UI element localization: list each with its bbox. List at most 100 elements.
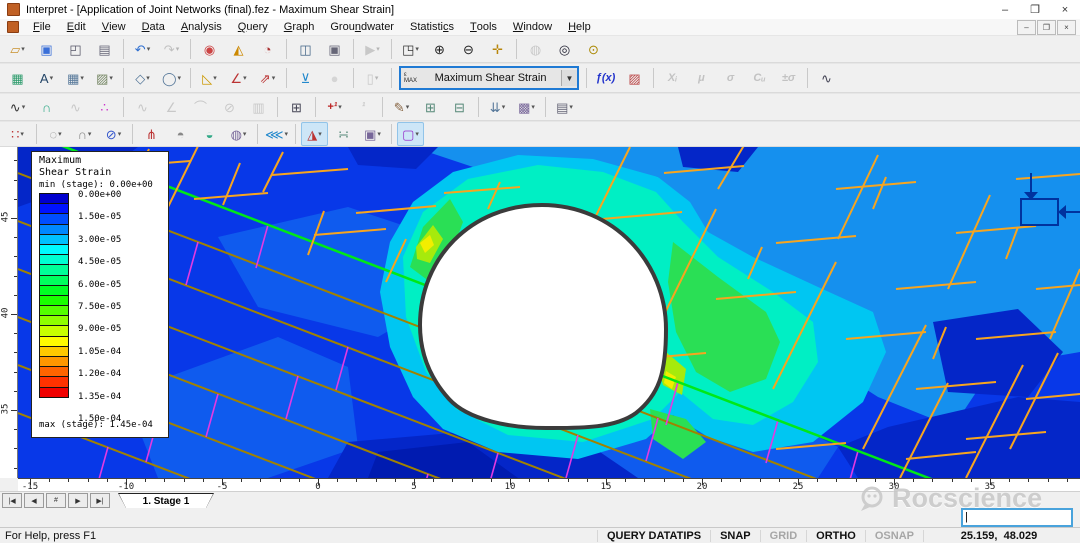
- dimension-icon[interactable]: ⇗▾: [254, 66, 281, 90]
- excavation-outline-icon[interactable]: ∩▾: [71, 122, 98, 146]
- data-type-select[interactable]: εMAXMaximum Shear Strain▼: [399, 66, 579, 90]
- minimize-button[interactable]: –: [990, 1, 1020, 19]
- yielded-joints-icon[interactable]: ◮▾: [301, 122, 328, 146]
- toolbar-separator: [277, 97, 278, 117]
- undo-icon[interactable]: ↶▾: [129, 37, 156, 61]
- support-display-icon[interactable]: ◍▾: [225, 122, 252, 146]
- model-view-canvas[interactable]: [18, 147, 1080, 478]
- report-icon[interactable]: ▤▾: [551, 95, 578, 119]
- y-ruler-tick: [11, 314, 17, 315]
- close-button[interactable]: ×: [1050, 1, 1080, 19]
- draw-polyline-icon[interactable]: ◇▾: [129, 66, 156, 90]
- joint-conditions-icon[interactable]: ⋔: [138, 122, 165, 146]
- measure-icon[interactable]: ◺▾: [196, 66, 223, 90]
- menu-data[interactable]: Data: [134, 19, 173, 35]
- add-line-query-icon[interactable]: ∿▾: [4, 95, 31, 119]
- angle-icon[interactable]: ∠▾: [225, 66, 252, 90]
- print-preview-icon[interactable]: ◰: [62, 37, 89, 61]
- add-material-query-icon[interactable]: +¹▾: [321, 95, 348, 119]
- x-ruler-tick: [241, 479, 242, 482]
- add-boundary-query-icon[interactable]: ∩: [33, 95, 60, 119]
- material-view-icon[interactable]: ◓: [167, 122, 194, 146]
- y-ruler-tick: [11, 218, 17, 219]
- menu-window[interactable]: Window: [505, 19, 560, 35]
- split-view-icon[interactable]: ◫: [292, 37, 319, 61]
- tab-stage-1[interactable]: 1. Stage 1: [118, 493, 214, 508]
- tab-nav-first[interactable]: |◀: [2, 493, 22, 508]
- x-ruler-tick: [433, 479, 434, 482]
- print-icon[interactable]: ▤: [91, 37, 118, 61]
- status-toggle-osnap[interactable]: OSNAP: [865, 530, 923, 542]
- legend-entry-label: 7.50e-05: [78, 302, 121, 312]
- x-ruler-tick: [721, 479, 722, 482]
- menu-view[interactable]: View: [94, 19, 134, 35]
- zoom-extents-icon[interactable]: ◳▾: [397, 37, 424, 61]
- menu-analysis[interactable]: Analysis: [173, 19, 230, 35]
- zoom-window-icon[interactable]: ◎: [551, 37, 578, 61]
- result-arrows-icon[interactable]: ⇊▾: [484, 95, 511, 119]
- status-toggle-snap[interactable]: SNAP: [710, 530, 760, 542]
- water-table-icon[interactable]: ⊻: [292, 66, 319, 90]
- menu-edit[interactable]: Edit: [59, 19, 94, 35]
- menu-groundwater[interactable]: Groundwater: [322, 19, 402, 35]
- zoom-in-icon[interactable]: ⊕: [426, 37, 453, 61]
- yielded-bolts-icon[interactable]: ∺: [330, 122, 357, 146]
- show-displacements-icon[interactable]: ∷▾: [4, 122, 31, 146]
- highlight-boundary-icon[interactable]: ▢▾: [397, 122, 424, 146]
- add-image-icon[interactable]: ▨▾: [91, 66, 118, 90]
- data-type-dropdown-arrow[interactable]: ▼: [561, 70, 577, 86]
- joints-display-icon[interactable]: ⊘▾: [100, 122, 127, 146]
- chevron-down-icon: ▾: [147, 45, 151, 53]
- status-toggle-query-datatips[interactable]: QUERY DATATIPS: [597, 530, 710, 542]
- dial-icon[interactable]: ◔: [254, 37, 281, 61]
- tab-nav-list[interactable]: #: [46, 493, 66, 508]
- screen-capture-icon[interactable]: ▣: [321, 37, 348, 61]
- chart-axes-icon[interactable]: ⊞: [283, 95, 310, 119]
- add-boundary-icon[interactable]: ⊞: [417, 95, 444, 119]
- x-ruler-tick: [184, 479, 185, 482]
- mdi-close-button[interactable]: ×: [1057, 20, 1076, 35]
- material-properties-icon[interactable]: ▨: [621, 66, 648, 90]
- pan-icon[interactable]: ✛: [484, 37, 511, 61]
- deformed-mesh-icon[interactable]: ◌▾: [42, 122, 69, 146]
- contour-view-icon[interactable]: ◒: [196, 122, 223, 146]
- menu-statistics[interactable]: Statistics: [402, 19, 462, 35]
- tab-nav-next[interactable]: ▶: [68, 493, 88, 508]
- edit-boundary-icon[interactable]: ✎▾: [388, 95, 415, 119]
- zoom-out-icon[interactable]: ⊖: [455, 37, 482, 61]
- contour-labels-icon[interactable]: ▦: [4, 66, 31, 90]
- joint-histogram-icon[interactable]: ∿: [813, 66, 840, 90]
- mdi-minimize-button[interactable]: –: [1017, 20, 1036, 35]
- yielded-liners-icon[interactable]: ▣▾: [359, 122, 386, 146]
- tab-nav-last[interactable]: ▶|: [90, 493, 110, 508]
- save-icon[interactable]: ▣: [33, 37, 60, 61]
- restore-button[interactable]: ❐: [1020, 1, 1050, 19]
- mesh-display-icon[interactable]: ▩▾: [513, 95, 540, 119]
- contour-options-icon[interactable]: ◭: [225, 37, 252, 61]
- toolbar-separator: [123, 97, 124, 117]
- legend-min-label: min (stage): 0.00e+00: [39, 180, 153, 190]
- menu-query[interactable]: Query: [230, 19, 276, 35]
- chevron-down-icon: ▾: [569, 103, 573, 111]
- mdi-restore-button[interactable]: ❐: [1037, 20, 1056, 35]
- menu-graph[interactable]: Graph: [276, 19, 323, 35]
- remove-boundary-icon[interactable]: ⊟: [446, 95, 473, 119]
- open-icon[interactable]: ▱▾: [4, 37, 31, 61]
- add-table-icon[interactable]: ▦▾: [62, 66, 89, 90]
- query-datatips-icon[interactable]: ∴: [91, 95, 118, 119]
- add-text-icon[interactable]: A▾: [33, 66, 60, 90]
- status-toggle-ortho[interactable]: ORTHO: [806, 530, 865, 542]
- flow-vectors-icon[interactable]: ⋘▾: [263, 122, 290, 146]
- draw-ellipse-icon[interactable]: ◯▾: [158, 66, 185, 90]
- menu-tools[interactable]: Tools: [462, 19, 505, 35]
- user-function-icon[interactable]: ƒ(x): [592, 66, 619, 90]
- zoom-selection-icon[interactable]: ⊙: [580, 37, 607, 61]
- x-ruler-tick: [1048, 479, 1049, 482]
- tab-nav-prev[interactable]: ◀: [24, 493, 44, 508]
- menu-file[interactable]: File: [25, 19, 59, 35]
- contour-colors-icon[interactable]: ◉: [196, 37, 223, 61]
- menu-help[interactable]: Help: [560, 19, 599, 35]
- status-toggle-grid[interactable]: GRID: [760, 530, 807, 542]
- x-ruler-tick: [913, 479, 914, 482]
- annotation-text-input[interactable]: |: [961, 508, 1073, 527]
